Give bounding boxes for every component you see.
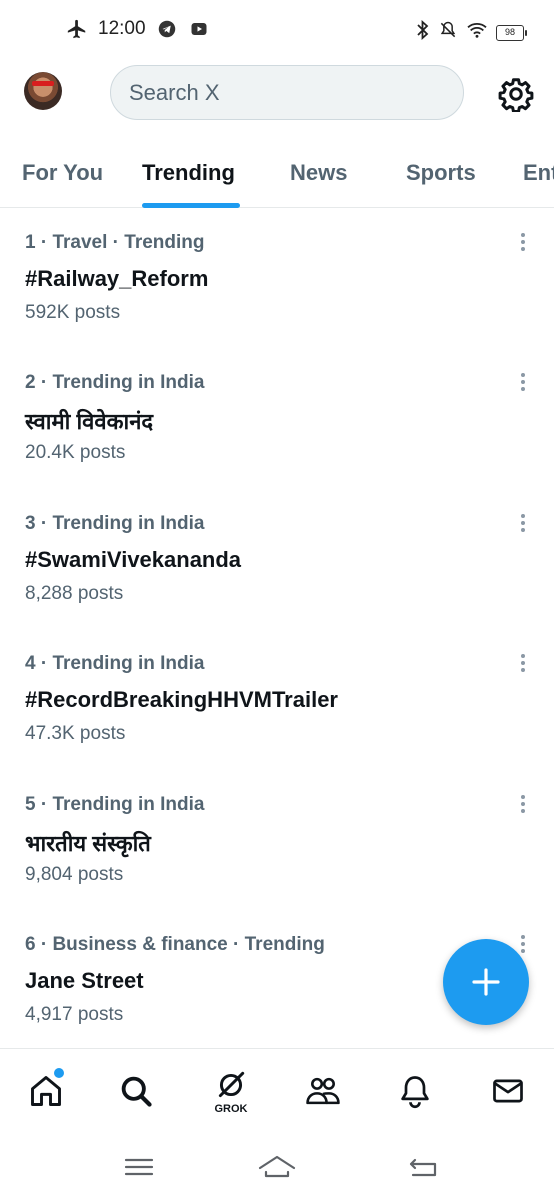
tab-for-you[interactable]: For You xyxy=(22,160,103,186)
tab-bar: For You Trending News Sports Ent xyxy=(0,148,554,208)
more-options-icon[interactable] xyxy=(514,230,532,254)
more-options-icon[interactable] xyxy=(514,511,532,535)
trend-meta: 6 · Business & finance · Trending xyxy=(25,934,325,955)
status-bar: 12:00 98 xyxy=(0,0,554,62)
avatar[interactable] xyxy=(24,72,62,110)
trend-meta: 4 · Trending in India xyxy=(25,653,205,674)
trend-item[interactable]: 5 · Trending in India भारतीय संस्कृति 9,… xyxy=(0,794,554,934)
bottom-nav: GROK xyxy=(0,1048,554,1140)
trend-item[interactable]: 1 · Travel · Trending #Railway_Reform 59… xyxy=(0,232,554,372)
messages-icon xyxy=(493,1079,523,1103)
status-left: 12:00 xyxy=(66,18,210,40)
nav-communities[interactable] xyxy=(301,1069,345,1113)
trend-post-count: 20.4K posts xyxy=(25,442,126,463)
trend-post-count: 47.3K posts xyxy=(25,723,126,744)
tab-sports[interactable]: Sports xyxy=(406,160,476,186)
house-outline-icon xyxy=(258,1155,296,1178)
tab-news[interactable]: News xyxy=(290,160,347,186)
telegram-icon xyxy=(156,18,178,40)
communities-icon xyxy=(306,1077,340,1105)
trend-item[interactable]: 4 · Trending in India #RecordBreakingHHV… xyxy=(0,653,554,793)
more-options-icon[interactable] xyxy=(514,370,532,394)
nav-messages[interactable] xyxy=(486,1069,530,1113)
trend-item[interactable]: 2 · Trending in India स्वामी विवेकानंद 2… xyxy=(0,372,554,512)
menu-icon xyxy=(124,1158,154,1176)
grok-label: GROK xyxy=(214,1103,248,1115)
nav-grok[interactable]: GROK xyxy=(209,1069,253,1115)
trend-meta: 5 · Trending in India xyxy=(25,794,205,815)
battery-indicator: 98 xyxy=(496,24,527,41)
trend-post-count: 9,804 posts xyxy=(25,864,124,885)
search-icon xyxy=(121,1076,152,1107)
top-bar: Search X xyxy=(0,62,554,126)
trend-title: Jane Street xyxy=(25,968,144,993)
nav-search[interactable] xyxy=(114,1069,158,1113)
grok-icon xyxy=(218,1071,245,1098)
wifi-icon xyxy=(466,21,488,44)
status-right: 98 xyxy=(416,19,527,45)
home-notification-dot xyxy=(54,1068,64,1078)
airplane-mode-icon xyxy=(66,18,88,40)
compose-button[interactable] xyxy=(443,939,529,1025)
gear-icon[interactable] xyxy=(498,76,534,114)
trend-meta: 2 · Trending in India xyxy=(25,372,205,393)
more-options-icon[interactable] xyxy=(514,792,532,816)
bluetooth-icon xyxy=(416,19,430,45)
trend-post-count: 8,288 posts xyxy=(25,583,124,604)
trend-post-count: 592K posts xyxy=(25,302,121,323)
notifications-icon xyxy=(401,1076,429,1109)
system-nav-bar xyxy=(0,1140,554,1200)
tab-trending[interactable]: Trending xyxy=(142,160,235,186)
recent-apps-button[interactable] xyxy=(119,1152,159,1182)
home-icon xyxy=(31,1076,61,1106)
trend-post-count: 4,917 posts xyxy=(25,1004,124,1025)
back-icon xyxy=(409,1158,437,1177)
trend-title: भारतीय संस्कृति xyxy=(25,831,151,856)
mute-icon xyxy=(438,20,458,45)
trend-meta: 1 · Travel · Trending xyxy=(25,232,205,253)
youtube-icon xyxy=(188,18,210,40)
trend-title: #RecordBreakingHHVMTrailer xyxy=(25,687,338,712)
search-input[interactable]: Search X xyxy=(110,65,464,120)
trend-title: #Railway_Reform xyxy=(25,266,209,291)
active-tab-indicator xyxy=(142,203,240,208)
trend-meta: 3 · Trending in India xyxy=(25,513,205,534)
trend-item[interactable]: 3 · Trending in India #SwamiVivekananda … xyxy=(0,513,554,653)
tab-entertainment[interactable]: Ent xyxy=(523,160,554,186)
trend-title: स्वामी विवेकानंद xyxy=(25,409,154,434)
status-time: 12:00 xyxy=(98,18,146,39)
back-button[interactable] xyxy=(403,1152,443,1182)
nav-notifications[interactable] xyxy=(393,1069,437,1113)
plus-icon xyxy=(472,968,500,996)
more-options-icon[interactable] xyxy=(514,651,532,675)
home-button[interactable] xyxy=(257,1152,297,1182)
trend-title: #SwamiVivekananda xyxy=(25,547,242,572)
